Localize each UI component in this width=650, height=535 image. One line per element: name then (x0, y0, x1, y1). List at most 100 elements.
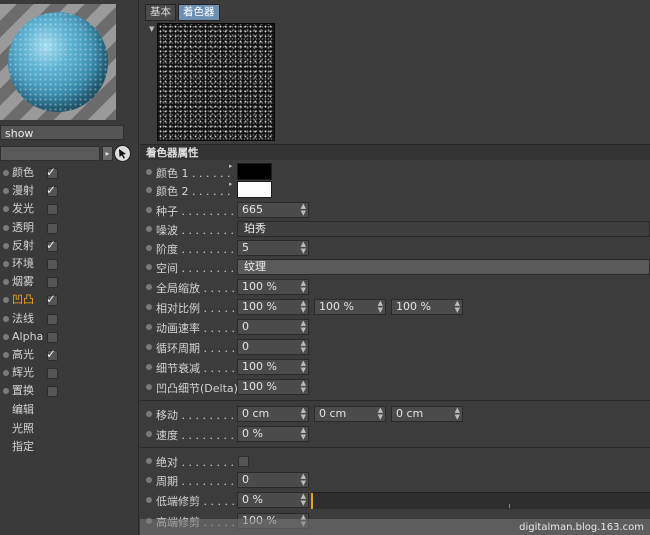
channel-alpha[interactable]: Alpha (0, 328, 136, 346)
channel-fog[interactable]: 烟雾 (0, 273, 136, 291)
spinner-icon[interactable]: ▲▼ (301, 380, 306, 394)
menu-item-illumination[interactable]: 光照 (12, 420, 34, 438)
spinner-icon[interactable]: ▲▼ (301, 493, 306, 507)
move-x-value: 0 cm (242, 407, 270, 420)
channel-reflection[interactable]: 反射 ✓ (0, 237, 136, 255)
channel-bump[interactable]: 凹凸 ✓ (0, 291, 136, 309)
spinner-icon[interactable]: ▲▼ (301, 427, 306, 441)
spinner-icon[interactable]: ▲▼ (301, 340, 306, 354)
seed-field[interactable]: 665 ▲ ▼ (237, 202, 309, 218)
absolute-label: 绝对 . . . . . . . . . (156, 456, 241, 469)
low-clip-value: 0 % (242, 493, 263, 506)
channel-transparency[interactable]: 透明 (0, 219, 136, 237)
spinner-icon[interactable]: ▲▼ (301, 407, 306, 421)
noise-dropdown[interactable]: 珀秀 (237, 221, 650, 237)
menu-item-assign[interactable]: 指定 (12, 438, 34, 456)
row-octaves: 阶度 . . . . . . . . . 5 ▲ ▼ (140, 238, 650, 258)
bullet-icon (146, 304, 152, 310)
bullet-icon (3, 242, 9, 249)
anim-speed-field[interactable]: 0 ▲ ▼ (237, 319, 309, 335)
bullet-icon (3, 370, 9, 377)
row-color1: 颜色 1 . . . . . . ▸ (140, 162, 650, 182)
detail-atten-field[interactable]: 100 % ▲ ▼ (237, 359, 309, 375)
bullet-icon (146, 431, 152, 437)
low-clip-field[interactable]: 0 % ▲ ▼ (237, 492, 309, 508)
spinner-icon[interactable]: ▲▼ (455, 407, 460, 421)
spinner-icon[interactable]: ▲▼ (455, 300, 460, 314)
pick-cursor-button[interactable] (114, 145, 131, 162)
channel-label: 环境 (12, 256, 34, 270)
bullet-icon (146, 324, 152, 330)
section-title: 着色器属性 (140, 144, 650, 160)
channel-glow[interactable]: 辉光 (0, 364, 136, 382)
channel-label: 辉光 (12, 366, 34, 380)
channel-displacement[interactable]: 置换 (0, 382, 136, 400)
channel-checkbox[interactable] (47, 222, 58, 234)
spinner-icon[interactable]: ▲▼ (301, 241, 306, 255)
channel-luminance[interactable]: 发光 (0, 200, 136, 218)
spinner-icon[interactable]: ▲▼ (378, 300, 383, 314)
channel-checkbox[interactable] (47, 258, 58, 270)
spinner-icon[interactable]: ▲▼ (301, 320, 306, 334)
channel-specular[interactable]: 高光 ✓ (0, 346, 136, 364)
channel-checkbox[interactable] (47, 331, 58, 343)
spinner-icon[interactable]: ▲▼ (301, 280, 306, 294)
space-dropdown[interactable]: 纹理 (237, 259, 650, 275)
color1-swatch[interactable] (237, 163, 272, 180)
detail-atten-value: 100 % (242, 360, 277, 373)
channel-checkbox[interactable] (47, 386, 58, 398)
low-clip-label: 低端修剪 . . . . . (156, 495, 235, 508)
channel-environment[interactable]: 环境 (0, 255, 136, 273)
spinner-icon[interactable]: ▲▼ (301, 300, 306, 314)
row-noise: 噪波 . . . . . . . . . 珀秀 (140, 219, 650, 239)
relative-scale-x-field[interactable]: 100 % ▲ ▼ (237, 299, 309, 315)
octaves-field[interactable]: 5 ▲ ▼ (237, 240, 309, 256)
space-value: 纹理 (244, 260, 266, 273)
material-name-field[interactable]: show (0, 125, 124, 140)
move-y-value: 0 cm (319, 407, 347, 420)
tab-basic[interactable]: 基本 (145, 4, 176, 21)
period-value: 0 (242, 473, 249, 486)
dropdown-arrow-icon[interactable]: ▸ (102, 146, 113, 161)
channel-diffusion[interactable]: 漫射 ✓ (0, 182, 136, 200)
tab-shader[interactable]: 着色器 (178, 4, 220, 21)
global-scale-field[interactable]: 100 % ▲ ▼ (237, 279, 309, 295)
bullet-icon (3, 297, 9, 304)
channel-checkbox[interactable] (47, 277, 58, 289)
relative-scale-z-field[interactable]: 100 % ▲ ▼ (391, 299, 463, 315)
move-y-field[interactable]: 0 cm ▲ ▼ (314, 406, 386, 422)
expand-triangle-icon[interactable]: ▸ (229, 180, 233, 188)
row-anim-speed: 动画速率 . . . . . 0 ▲ ▼ (140, 317, 650, 337)
speed-field[interactable]: 0 % ▲ ▼ (237, 426, 309, 442)
move-x-field[interactable]: 0 cm ▲ ▼ (237, 406, 309, 422)
global-scale-value: 100 % (242, 280, 277, 293)
relative-scale-y-field[interactable]: 100 % ▲ ▼ (314, 299, 386, 315)
bump-delta-field[interactable]: 100 % ▲ ▼ (237, 379, 309, 395)
bullet-icon (146, 411, 152, 417)
spinner-icon[interactable]: ▲▼ (378, 407, 383, 421)
color2-swatch[interactable] (237, 181, 272, 198)
search-field[interactable] (0, 146, 100, 161)
slider-handle[interactable] (311, 493, 313, 509)
bullet-icon (3, 206, 9, 213)
channel-checkbox[interactable] (47, 313, 58, 325)
channel-checkbox[interactable] (47, 204, 58, 216)
spinner-icon[interactable]: ▲▼ (301, 203, 306, 217)
divider (140, 447, 650, 448)
low-clip-slider[interactable] (311, 492, 650, 509)
absolute-checkbox[interactable] (238, 456, 249, 467)
channel-color[interactable]: 颜色 ✓ (0, 164, 136, 182)
row-seed: 种子 . . . . . . . . . 665 ▲ ▼ (140, 200, 650, 220)
menu-item-edit[interactable]: 编辑 (12, 401, 34, 419)
move-z-field[interactable]: 0 cm ▲ ▼ (391, 406, 463, 422)
noise-label: 噪波 . . . . . . . . . (156, 224, 241, 237)
expand-triangle-icon[interactable]: ▼ (149, 25, 154, 33)
channel-checkbox[interactable] (47, 368, 58, 380)
period-field[interactable]: 0 ▲ ▼ (237, 472, 309, 488)
bullet-icon (3, 333, 9, 340)
spinner-icon[interactable]: ▲▼ (301, 473, 306, 487)
channel-normal[interactable]: 法线 (0, 310, 136, 328)
expand-triangle-icon[interactable]: ▸ (229, 162, 233, 170)
loop-period-field[interactable]: 0 ▲ ▼ (237, 339, 309, 355)
spinner-icon[interactable]: ▲▼ (301, 360, 306, 374)
